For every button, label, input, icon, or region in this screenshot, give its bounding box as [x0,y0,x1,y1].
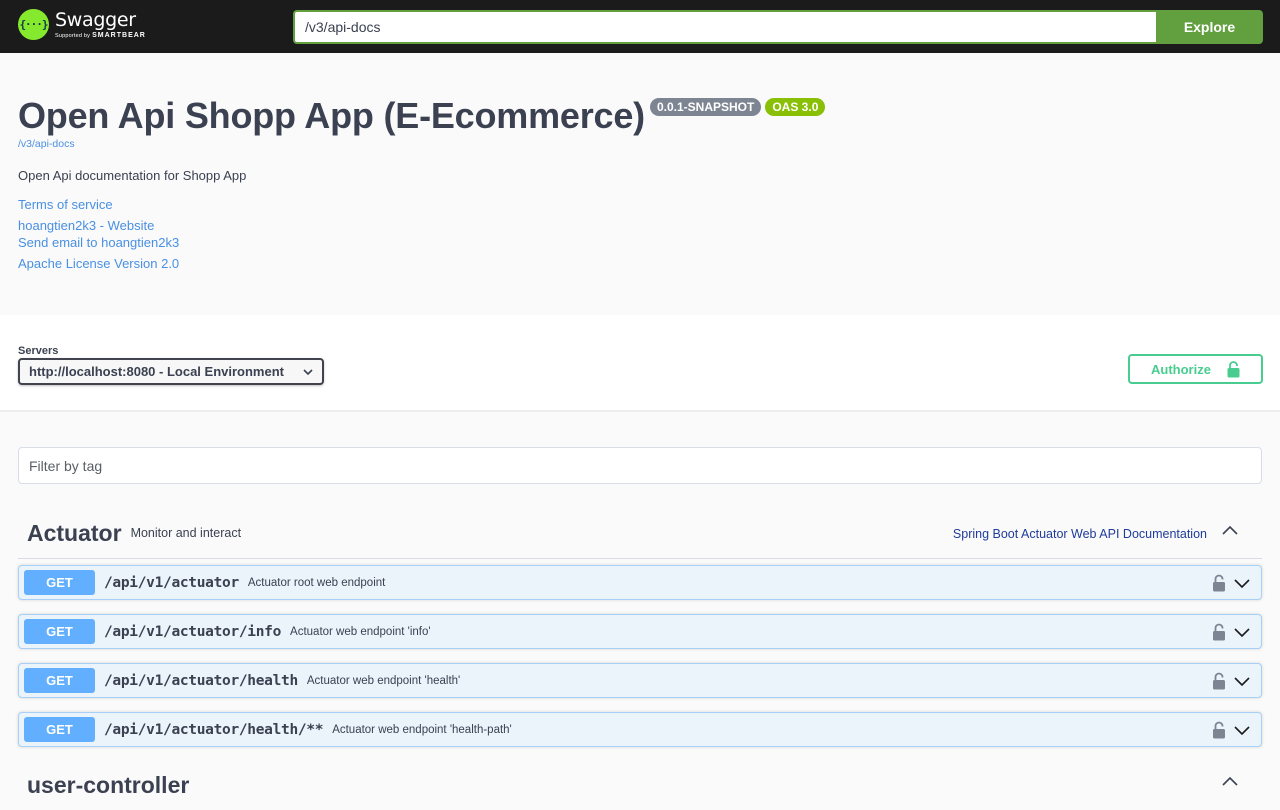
operation-path: /api/v1/actuator [104,574,239,591]
tag-header-user-controller[interactable]: user-controller [18,760,1262,810]
method-badge: GET [24,717,95,742]
operation-path: /api/v1/actuator/info [104,623,282,640]
filter-by-tag-input[interactable] [18,447,1262,484]
unlock-icon[interactable] [1212,574,1226,592]
scheme-container: Servers http://localhost:8080 - Local En… [0,315,1280,412]
explore-button[interactable]: Explore [1156,10,1263,44]
chevron-down-icon[interactable] [1233,673,1251,689]
method-badge: GET [24,619,95,644]
logo-sub-brand: SMARTBEAR [92,32,146,39]
external-docs-link[interactable]: Spring Boot Actuator Web API Documentati… [953,527,1207,541]
operation-path: /api/v1/actuator/health [104,672,298,689]
chevron-down-icon[interactable] [1233,624,1251,640]
logo-name: Swagger [55,9,136,31]
chevron-down-icon [303,368,313,375]
email-link[interactable]: Send email to hoangtien2k3 [18,235,179,250]
license-link[interactable]: Apache License Version 2.0 [18,256,179,271]
method-badge: GET [24,668,95,693]
unlock-icon[interactable] [1212,623,1226,641]
operation-row[interactable]: GET /api/v1/actuator/health/** Actuator … [18,712,1262,747]
operation-summary: Actuator web endpoint 'health-path' [332,723,512,736]
authorize-label: Authorize [1151,361,1211,377]
logo-subtitle: Supported by SMARTBEAR [55,32,146,39]
servers-select[interactable]: http://localhost:8080 - Local Environmen… [18,358,324,385]
topbar: {···} Swagger Supported bySMARTBEAR Expl… [0,0,1280,53]
chevron-down-icon[interactable] [1233,722,1251,738]
operation-summary: Actuator web endpoint 'health' [306,674,461,687]
swagger-logo[interactable]: {···} Swagger Supported by SMARTBEAR [18,9,146,40]
operation-row[interactable]: GET /api/v1/actuator/health Actuator web… [18,663,1262,698]
unlock-icon [1227,360,1240,377]
servers-label: Servers [18,345,59,357]
authorize-button[interactable]: Authorize [1128,354,1263,384]
unlock-icon[interactable] [1212,721,1226,739]
operation-row[interactable]: GET /api/v1/actuator/info Actuator web e… [18,614,1262,649]
tag-header-actuator[interactable]: Actuator Monitor and interact Spring Boo… [18,509,1262,559]
api-description: Open Api documentation for Shopp App [18,168,247,183]
unlock-icon[interactable] [1212,672,1226,690]
api-docs-link[interactable]: /v3/api-docs [18,138,75,150]
oas-badge: OAS 3.0 [765,98,826,116]
url-form: Explore [293,10,1263,44]
title-row: Open Api Shopp App (E-Ecommerce) 0.0.1-S… [18,95,826,137]
tag-name: user-controller [27,771,190,798]
operation-row[interactable]: GET /api/v1/actuator Actuator root web e… [18,565,1262,600]
logo-sub-prefix: Supported by [55,33,91,39]
version-badge: 0.0.1-SNAPSHOT [649,98,762,116]
operation-summary: Actuator root web endpoint [247,576,386,589]
swagger-logo-icon: {···} [18,9,49,40]
operation-summary: Actuator web endpoint 'info' [290,625,431,638]
info-section: Open Api Shopp App (E-Ecommerce) 0.0.1-S… [0,53,1280,315]
chevron-up-icon[interactable] [1220,771,1240,791]
logo-glyph: {···} [19,18,48,31]
page-title: Open Api Shopp App (E-Ecommerce) [18,95,645,136]
operation-path: /api/v1/actuator/health/** [104,721,324,738]
method-badge: GET [24,570,95,595]
website-link[interactable]: hoangtien2k3 - Website [18,218,154,233]
servers-selected-value: http://localhost:8080 - Local Environmen… [29,364,284,379]
logo-text: Swagger Supported by SMARTBEAR [55,9,146,39]
tag-description: Monitor and interact [130,525,242,540]
chevron-up-icon[interactable] [1220,520,1240,540]
terms-of-service-link[interactable]: Terms of service [18,197,113,212]
url-input[interactable] [293,10,1156,44]
tag-name: Actuator [27,520,122,546]
chevron-down-icon[interactable] [1233,575,1251,591]
